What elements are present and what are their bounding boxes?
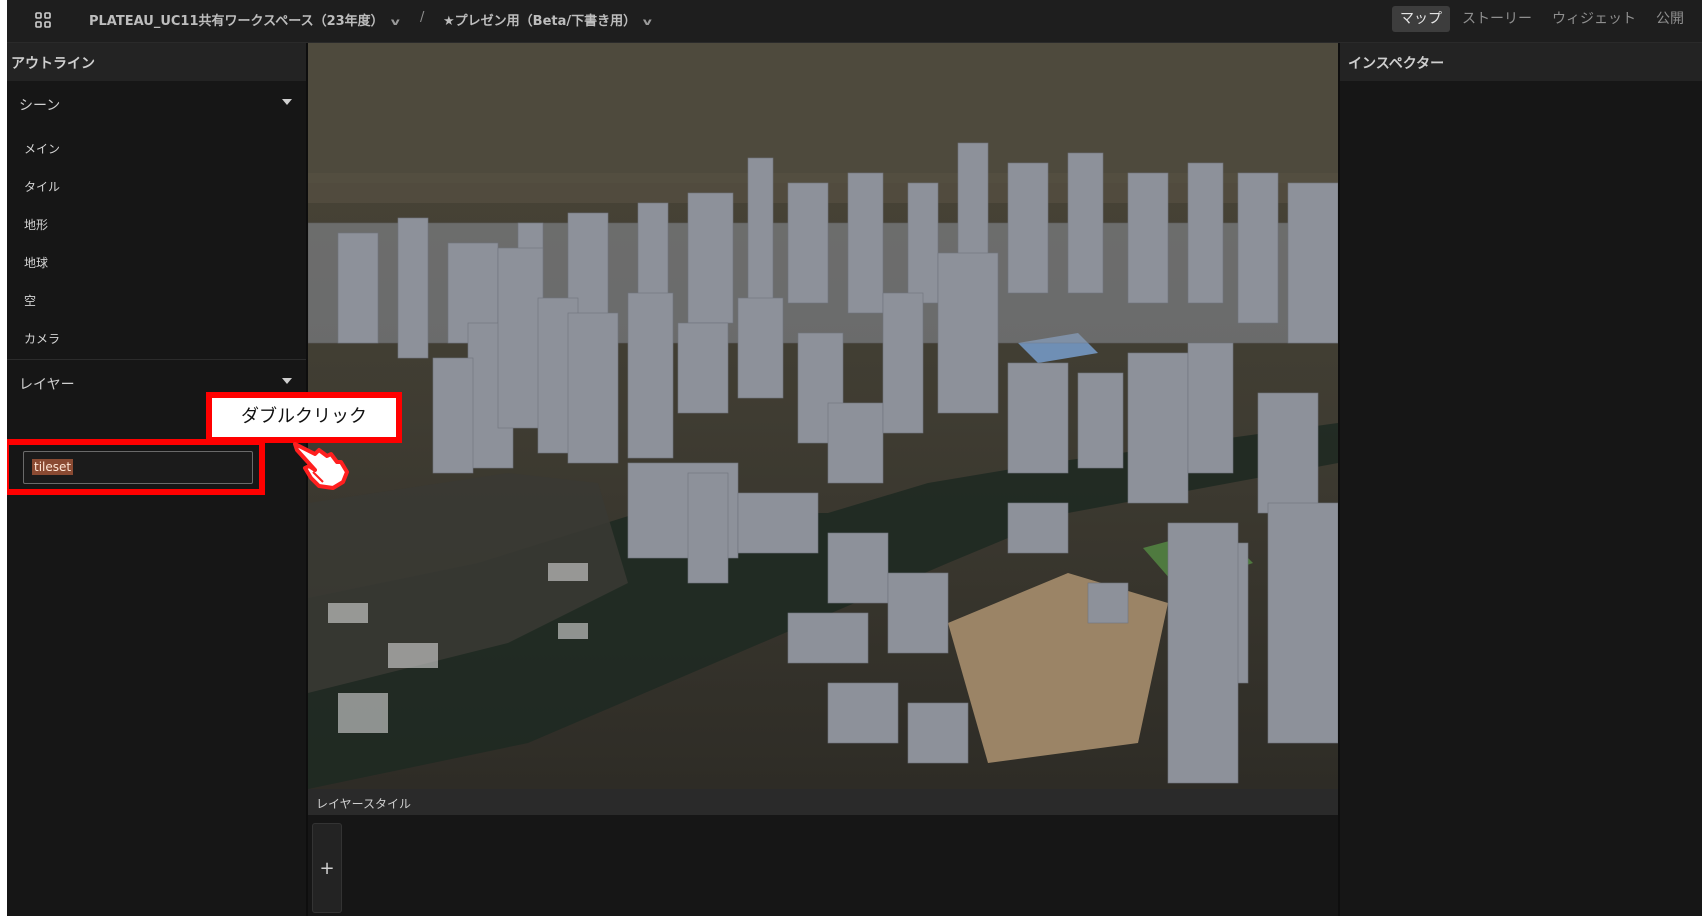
- scene-item-terrain[interactable]: 地形: [7, 203, 306, 241]
- layer-name-input[interactable]: tileset: [32, 459, 74, 475]
- scene-item-camera[interactable]: カメラ: [7, 317, 306, 355]
- project-selector[interactable]: ★プレゼン用（Beta/下書き用） v: [443, 10, 652, 29]
- map-viewport[interactable]: [308, 43, 1338, 789]
- workspace-name: PLATEAU_UC11共有ワークスペース（23年度）: [89, 14, 384, 29]
- breadcrumb-separator: /: [420, 10, 425, 25]
- inspector-title: インスペクター: [1340, 43, 1702, 81]
- scene-item-tile[interactable]: タイル: [7, 165, 306, 203]
- add-style-button[interactable]: +: [312, 823, 342, 913]
- outline-panel: アウトライン シーン メイン タイル 地形 地球 空 カメラ レイヤー tile…: [7, 43, 308, 916]
- scene-label: シーン: [19, 98, 61, 114]
- caret-down-icon: [282, 99, 292, 105]
- scene-section-header[interactable]: シーン: [7, 81, 306, 127]
- scene-item-main[interactable]: メイン: [7, 127, 306, 165]
- scene-item-globe[interactable]: 地球: [7, 241, 306, 279]
- outline-title: アウトライン: [7, 43, 306, 81]
- caret-down-icon: [282, 378, 292, 384]
- layer-item-tileset[interactable]: tileset: [23, 451, 253, 484]
- tab-widget[interactable]: ウィジェット: [1544, 6, 1644, 32]
- layer-style-panel: レイヤースタイル +: [308, 789, 1338, 916]
- tab-map[interactable]: マップ: [1392, 6, 1450, 32]
- inspector-panel: インスペクター: [1338, 43, 1702, 916]
- project-name: ★プレゼン用（Beta/下書き用）: [443, 14, 637, 29]
- tab-story[interactable]: ストーリー: [1454, 6, 1540, 32]
- layer-label: レイヤー: [19, 377, 75, 393]
- scene-list: メイン タイル 地形 地球 空 カメラ: [7, 127, 306, 355]
- tab-publish[interactable]: 公開: [1648, 6, 1692, 32]
- scene-item-sky[interactable]: 空: [7, 279, 306, 317]
- pointing-hand-icon: [293, 442, 349, 490]
- layer-style-title: レイヤースタイル: [308, 789, 1338, 815]
- top-bar: PLATEAU_UC11共有ワークスペース（23年度） v / ★プレゼン用（Be…: [7, 0, 1702, 43]
- workspace-selector[interactable]: PLATEAU_UC11共有ワークスペース（23年度） v: [89, 10, 400, 29]
- mode-tabs: マップ ストーリー ウィジェット 公開: [1392, 6, 1692, 32]
- grid-icon[interactable]: [33, 10, 53, 30]
- app-window: PLATEAU_UC11共有ワークスペース（23年度） v / ★プレゼン用（Be…: [7, 0, 1702, 916]
- chevron-down-icon: v: [390, 17, 400, 28]
- annotation-callout: ダブルクリック: [206, 392, 402, 443]
- city-3d-view: [308, 43, 1338, 789]
- chevron-down-icon: v: [642, 17, 652, 28]
